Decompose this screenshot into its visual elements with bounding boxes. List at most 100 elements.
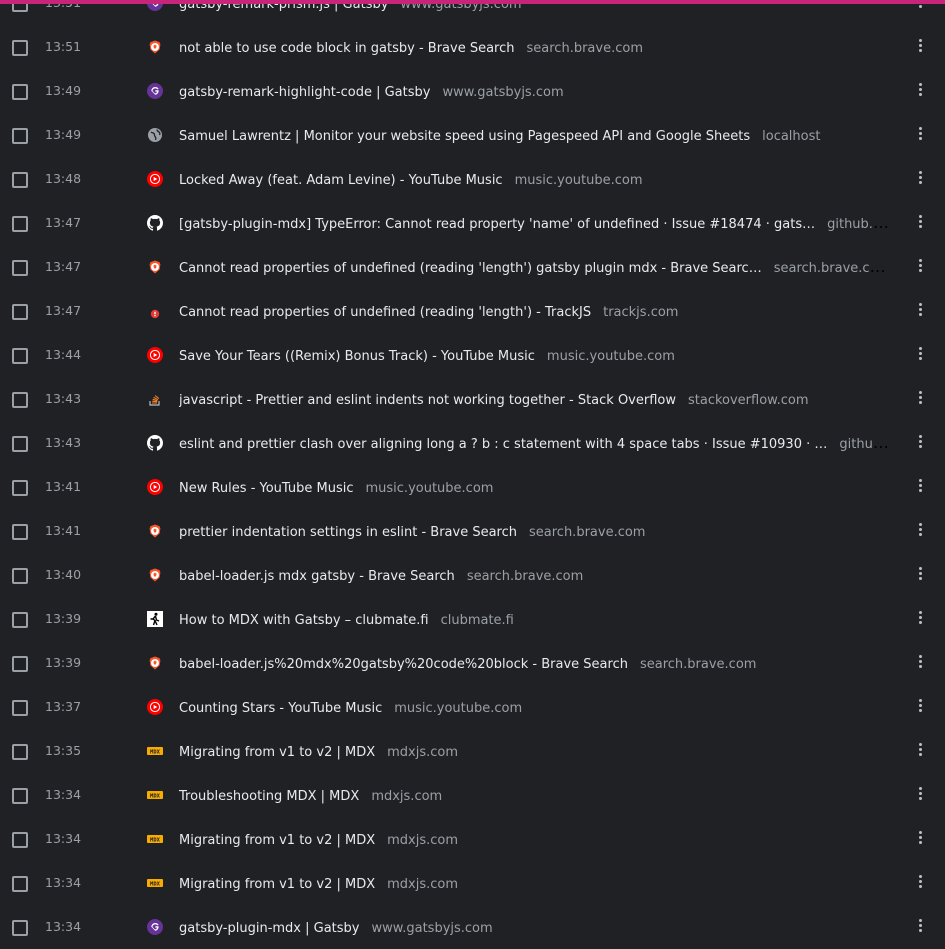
entry-link[interactable]: Migrating from v1 to v2 | MDX mdxjs.com <box>179 742 889 762</box>
row-checkbox[interactable] <box>12 304 28 320</box>
history-row[interactable]: 13:39 babel-loader.js%20mdx%20gatsby%20c… <box>0 641 945 685</box>
more-actions-button[interactable] <box>912 697 928 717</box>
entry-title[interactable]: Migrating from v1 to v2 | MDX <box>179 833 375 848</box>
row-checkbox[interactable] <box>12 700 28 716</box>
entry-link[interactable]: How to MDX with Gatsby – clubmate.fi club… <box>179 610 889 630</box>
row-checkbox[interactable] <box>12 524 28 540</box>
entry-title[interactable]: [gatsby-plugin-mdx] TypeError: Cannot re… <box>179 217 815 232</box>
more-actions-button[interactable] <box>912 81 928 101</box>
more-actions-button[interactable] <box>912 653 928 673</box>
entry-link[interactable]: Cannot read properties of undefined (rea… <box>179 302 889 322</box>
history-row[interactable]: 13:43 javascript - Prettier and eslint i… <box>0 377 945 421</box>
entry-title[interactable]: Save Your Tears ((Remix) Bonus Track) - … <box>179 349 535 364</box>
history-row[interactable]: 13:39 How to MDX with Gatsby – clubmate.… <box>0 597 945 641</box>
entry-title[interactable]: Counting Stars - YouTube Music <box>179 701 382 716</box>
more-actions-button[interactable] <box>912 477 928 497</box>
more-actions-button[interactable] <box>912 257 928 277</box>
history-row[interactable]: 13:44 Save Your Tears ((Remix) Bonus Tra… <box>0 333 945 377</box>
history-row[interactable]: 13:34 MDX Migrating from v1 to v2 | MDX m… <box>0 817 945 861</box>
row-checkbox[interactable] <box>12 480 28 496</box>
history-row[interactable]: 13:34 MDX Migrating from v1 to v2 | MDX m… <box>0 861 945 905</box>
entry-title[interactable]: not able to use code block in gatsby - B… <box>179 41 515 56</box>
history-row[interactable]: 13:34 gatsby-plugin-mdx | Gatsby www.gats… <box>0 905 945 949</box>
more-actions-button[interactable] <box>912 917 928 937</box>
more-actions-button[interactable] <box>912 521 928 541</box>
more-actions-button[interactable] <box>912 433 928 453</box>
row-checkbox[interactable] <box>12 876 28 892</box>
entry-link[interactable]: Migrating from v1 to v2 | MDX mdxjs.com <box>179 830 889 850</box>
more-actions-button[interactable] <box>912 125 928 145</box>
entry-link[interactable]: Cannot read properties of undefined (rea… <box>179 258 889 278</box>
row-checkbox[interactable] <box>12 612 28 628</box>
more-actions-button[interactable] <box>912 565 928 585</box>
row-checkbox[interactable] <box>12 216 28 232</box>
row-checkbox[interactable] <box>12 436 28 452</box>
history-row[interactable]: 13:43 eslint and prettier clash over ali… <box>0 421 945 465</box>
entry-title[interactable]: New Rules - YouTube Music <box>179 481 354 496</box>
history-row[interactable]: 13:48 Locked Away (feat. Adam Levine) - … <box>0 157 945 201</box>
entry-link[interactable]: [gatsby-plugin-mdx] TypeError: Cannot re… <box>179 214 889 234</box>
entry-title[interactable]: Cannot read properties of undefined (rea… <box>179 305 591 320</box>
row-checkbox[interactable] <box>12 128 28 144</box>
row-checkbox[interactable] <box>12 788 28 804</box>
history-row[interactable]: 13:41 New Rules - YouTube Music music.you… <box>0 465 945 509</box>
entry-link[interactable]: gatsby-plugin-mdx | Gatsby www.gatsbyjs.c… <box>179 918 889 938</box>
entry-link[interactable]: New Rules - YouTube Music music.youtube.c… <box>179 478 889 498</box>
entry-title[interactable]: Troubleshooting MDX | MDX <box>179 789 359 804</box>
row-checkbox[interactable] <box>12 568 28 584</box>
entry-link[interactable]: not able to use code block in gatsby - B… <box>179 38 889 58</box>
history-row[interactable]: 13:41 prettier indentation settings in e… <box>0 509 945 553</box>
entry-title[interactable]: Locked Away (feat. Adam Levine) - YouTub… <box>179 173 503 188</box>
entry-title[interactable]: Migrating from v1 to v2 | MDX <box>179 745 375 760</box>
row-checkbox[interactable] <box>12 832 28 848</box>
entry-link[interactable]: Counting Stars - YouTube Music music.yout… <box>179 698 889 718</box>
more-actions-button[interactable] <box>912 829 928 849</box>
entry-title[interactable]: Cannot read properties of undefined (rea… <box>179 261 762 276</box>
more-actions-button[interactable] <box>912 609 928 629</box>
more-actions-button[interactable] <box>912 389 928 409</box>
entry-title[interactable]: babel-loader.js mdx gatsby - Brave Searc… <box>179 569 455 584</box>
more-actions-button[interactable] <box>912 873 928 893</box>
entry-title[interactable]: How to MDX with Gatsby – clubmate.fi <box>179 613 429 628</box>
history-row[interactable]: 13:47 Cannot read properties of undefine… <box>0 289 945 333</box>
entry-title[interactable]: Migrating from v1 to v2 | MDX <box>179 877 375 892</box>
entry-link[interactable]: Save Your Tears ((Remix) Bonus Track) - … <box>179 346 889 366</box>
entry-title[interactable]: Samuel Lawrentz | Monitor your website s… <box>179 129 750 144</box>
entry-link[interactable]: javascript - Prettier and eslint indents… <box>179 390 889 410</box>
history-row[interactable]: 13:51 not able to use code block in gats… <box>0 25 945 69</box>
row-checkbox[interactable] <box>12 172 28 188</box>
history-row[interactable]: 13:47 [gatsby-plugin-mdx] TypeError: Can… <box>0 201 945 245</box>
history-row[interactable]: 13:34 MDX Troubleshooting MDX | MDX mdxjs… <box>0 773 945 817</box>
more-actions-button[interactable] <box>912 37 928 57</box>
more-actions-button[interactable] <box>912 741 928 761</box>
entry-link[interactable]: Migrating from v1 to v2 | MDX mdxjs.com <box>179 874 889 894</box>
history-row[interactable]: 13:49 Samuel Lawrentz | Monitor your web… <box>0 113 945 157</box>
more-actions-button[interactable] <box>912 301 928 321</box>
more-actions-button[interactable] <box>912 169 928 189</box>
history-row[interactable]: 13:47 Cannot read properties of undefine… <box>0 245 945 289</box>
entry-title[interactable]: prettier indentation settings in eslint … <box>179 525 517 540</box>
row-checkbox[interactable] <box>12 920 28 936</box>
entry-link[interactable]: Troubleshooting MDX | MDX mdxjs.com <box>179 786 889 806</box>
entry-title[interactable]: babel-loader.js%20mdx%20gatsby%20code%20… <box>179 657 628 672</box>
row-checkbox[interactable] <box>12 348 28 364</box>
entry-title[interactable]: gatsby-remark-highlight-code | Gatsby <box>179 85 430 100</box>
entry-link[interactable]: gatsby-remark-highlight-code | Gatsby www… <box>179 82 889 102</box>
history-row[interactable]: 13:49 gatsby-remark-highlight-code | Gat… <box>0 69 945 113</box>
more-actions-button[interactable] <box>912 785 928 805</box>
row-checkbox[interactable] <box>12 40 28 56</box>
entry-title[interactable]: javascript - Prettier and eslint indents… <box>179 393 676 408</box>
row-checkbox[interactable] <box>12 260 28 276</box>
more-actions-button[interactable] <box>912 345 928 365</box>
history-row[interactable]: 13:35 MDX Migrating from v1 to v2 | MDX m… <box>0 729 945 773</box>
entry-link[interactable]: eslint and prettier clash over aligning … <box>179 434 889 454</box>
history-row[interactable]: 13:37 Counting Stars - YouTube Music musi… <box>0 685 945 729</box>
row-checkbox[interactable] <box>12 744 28 760</box>
row-checkbox[interactable] <box>12 392 28 408</box>
entry-title[interactable]: eslint and prettier clash over aligning … <box>179 437 827 452</box>
entry-link[interactable]: babel-loader.js mdx gatsby - Brave Searc… <box>179 566 889 586</box>
entry-link[interactable]: prettier indentation settings in eslint … <box>179 522 889 542</box>
entry-link[interactable]: Samuel Lawrentz | Monitor your website s… <box>179 126 889 146</box>
row-checkbox[interactable] <box>12 84 28 100</box>
more-actions-button[interactable] <box>912 213 928 233</box>
